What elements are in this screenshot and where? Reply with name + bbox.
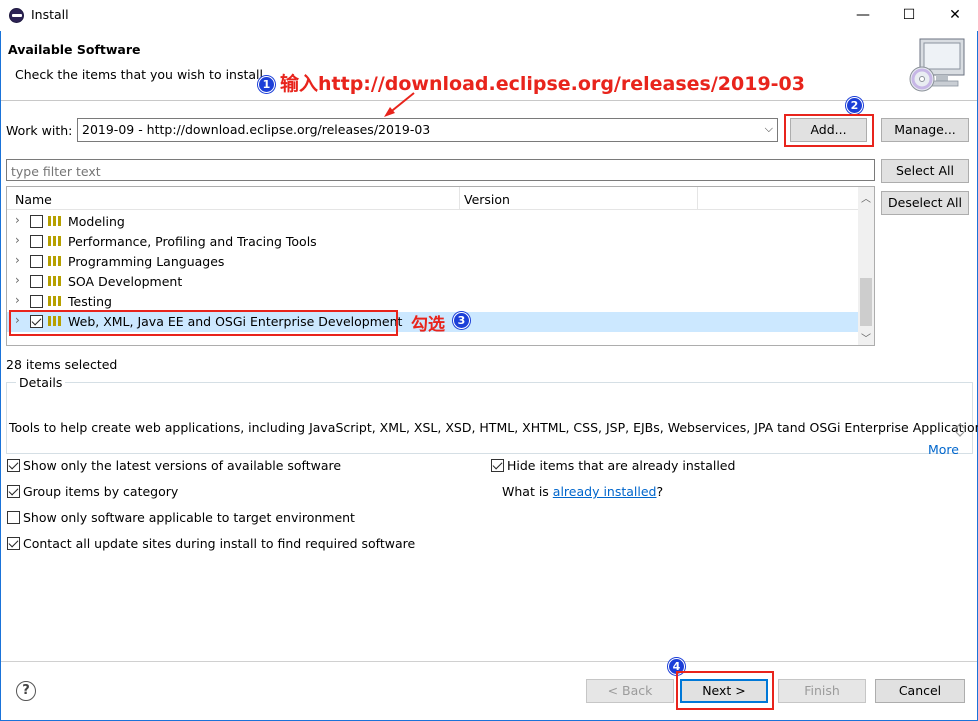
- category-icon: [48, 256, 63, 266]
- select-all-button[interactable]: Select All: [881, 159, 969, 183]
- question-mark: ?: [656, 484, 664, 499]
- work-with-label: Work with:: [6, 123, 73, 138]
- annotation-step1-text: 输入http://download.eclipse.org/releases/2…: [280, 73, 805, 95]
- row-label: Programming Languages: [68, 254, 225, 269]
- add-button[interactable]: Add...: [790, 118, 867, 142]
- work-with-combo[interactable]: 2019-09 - http://download.eclipse.org/re…: [77, 118, 778, 142]
- tree-scrollbar[interactable]: ︿ ﹀: [858, 187, 874, 345]
- chevron-right-icon[interactable]: ›: [15, 253, 20, 267]
- page-title: Available Software: [8, 42, 141, 57]
- filter-input[interactable]: [6, 159, 875, 181]
- work-with-value: 2019-09 - http://download.eclipse.org/re…: [82, 122, 431, 137]
- install-monitor-icon: [909, 38, 965, 92]
- row-checkbox[interactable]: [30, 215, 43, 228]
- option-checkbox[interactable]: [7, 459, 20, 472]
- annotation-badge-2: 2: [846, 97, 863, 114]
- chevron-right-icon[interactable]: ›: [15, 233, 20, 247]
- install-window: [0, 0, 978, 721]
- category-icon: [48, 276, 63, 286]
- annotation-arrow: [384, 92, 415, 117]
- chevron-right-icon[interactable]: ›: [15, 293, 20, 307]
- scroll-down-icon[interactable]: ﹀: [861, 330, 871, 345]
- chevron-right-icon[interactable]: ›: [15, 273, 20, 287]
- category-icon: [48, 236, 63, 246]
- selected-count: 28 items selected: [6, 357, 118, 372]
- title-bar: Install — ☐ ✕: [0, 0, 978, 31]
- row-label: Testing: [68, 294, 112, 309]
- column-divider: [697, 187, 698, 210]
- next-button[interactable]: Next >: [680, 679, 768, 703]
- details-group: Details: [6, 375, 973, 454]
- minimize-button[interactable]: —: [840, 0, 886, 31]
- help-icon[interactable]: ?: [16, 681, 36, 701]
- column-divider: [459, 187, 460, 210]
- tree-row[interactable]: › SOA Development: [7, 272, 858, 292]
- option-checkbox[interactable]: [491, 459, 504, 472]
- manage-button[interactable]: Manage...: [881, 118, 969, 142]
- details-text: Tools to help create web applications, i…: [9, 420, 978, 435]
- row-checkbox[interactable]: [30, 295, 43, 308]
- option-checkbox[interactable]: [7, 485, 20, 498]
- option-label: Group items by category: [23, 484, 179, 499]
- finish-button[interactable]: Finish: [778, 679, 866, 703]
- option-label: Show only software applicable to target …: [23, 510, 355, 525]
- option-label: Contact all update sites during install …: [23, 536, 416, 551]
- tree-row[interactable]: › Modeling: [7, 212, 858, 232]
- cancel-button[interactable]: Cancel: [875, 679, 965, 703]
- row-checkbox[interactable]: [30, 255, 43, 268]
- chevron-down-icon[interactable]: ⌵: [765, 122, 773, 136]
- what-is-label: What is: [502, 484, 549, 499]
- more-link[interactable]: More: [928, 442, 959, 457]
- footer-divider: [1, 661, 977, 662]
- details-scroll-icon[interactable]: [954, 421, 966, 439]
- eclipse-icon: [9, 8, 24, 23]
- window-title: Install: [31, 7, 69, 22]
- deselect-all-button[interactable]: Deselect All: [881, 191, 969, 215]
- already-installed-link[interactable]: already installed: [553, 484, 657, 499]
- annotation-badge-1: 1: [258, 76, 275, 93]
- details-legend: Details: [16, 375, 66, 390]
- row-label: Performance, Profiling and Tracing Tools: [68, 234, 317, 249]
- option-checkbox[interactable]: [7, 537, 20, 550]
- scrollbar-thumb[interactable]: [860, 278, 872, 326]
- tree-row[interactable]: › Programming Languages: [7, 252, 858, 272]
- option-label: Show only the latest versions of availab…: [23, 458, 342, 473]
- category-icon: [48, 296, 63, 306]
- annotation-box-web: [9, 310, 398, 336]
- what-is-installed: What is already installed?: [502, 484, 663, 499]
- option-checkbox[interactable]: [7, 511, 20, 524]
- column-version[interactable]: Version: [464, 192, 510, 207]
- annotation-badge-3: 3: [453, 312, 470, 329]
- row-checkbox[interactable]: [30, 275, 43, 288]
- close-button[interactable]: ✕: [932, 0, 978, 31]
- option-label: Hide items that are already installed: [507, 458, 736, 473]
- annotation-step3-text: 勾选: [411, 315, 445, 335]
- tree-header: Name Version: [7, 187, 858, 210]
- back-button[interactable]: < Back: [586, 679, 674, 703]
- column-name[interactable]: Name: [15, 192, 52, 207]
- tree-row[interactable]: › Testing: [7, 292, 858, 312]
- category-icon: [48, 216, 63, 226]
- maximize-button[interactable]: ☐: [886, 0, 932, 31]
- tree-row[interactable]: › Performance, Profiling and Tracing Too…: [7, 232, 858, 252]
- page-description: Check the items that you wish to install…: [15, 67, 267, 82]
- scroll-up-icon[interactable]: ︿: [861, 190, 871, 205]
- row-label: SOA Development: [68, 274, 183, 289]
- row-label: Modeling: [68, 214, 125, 229]
- row-checkbox[interactable]: [30, 235, 43, 248]
- chevron-right-icon[interactable]: ›: [15, 213, 20, 227]
